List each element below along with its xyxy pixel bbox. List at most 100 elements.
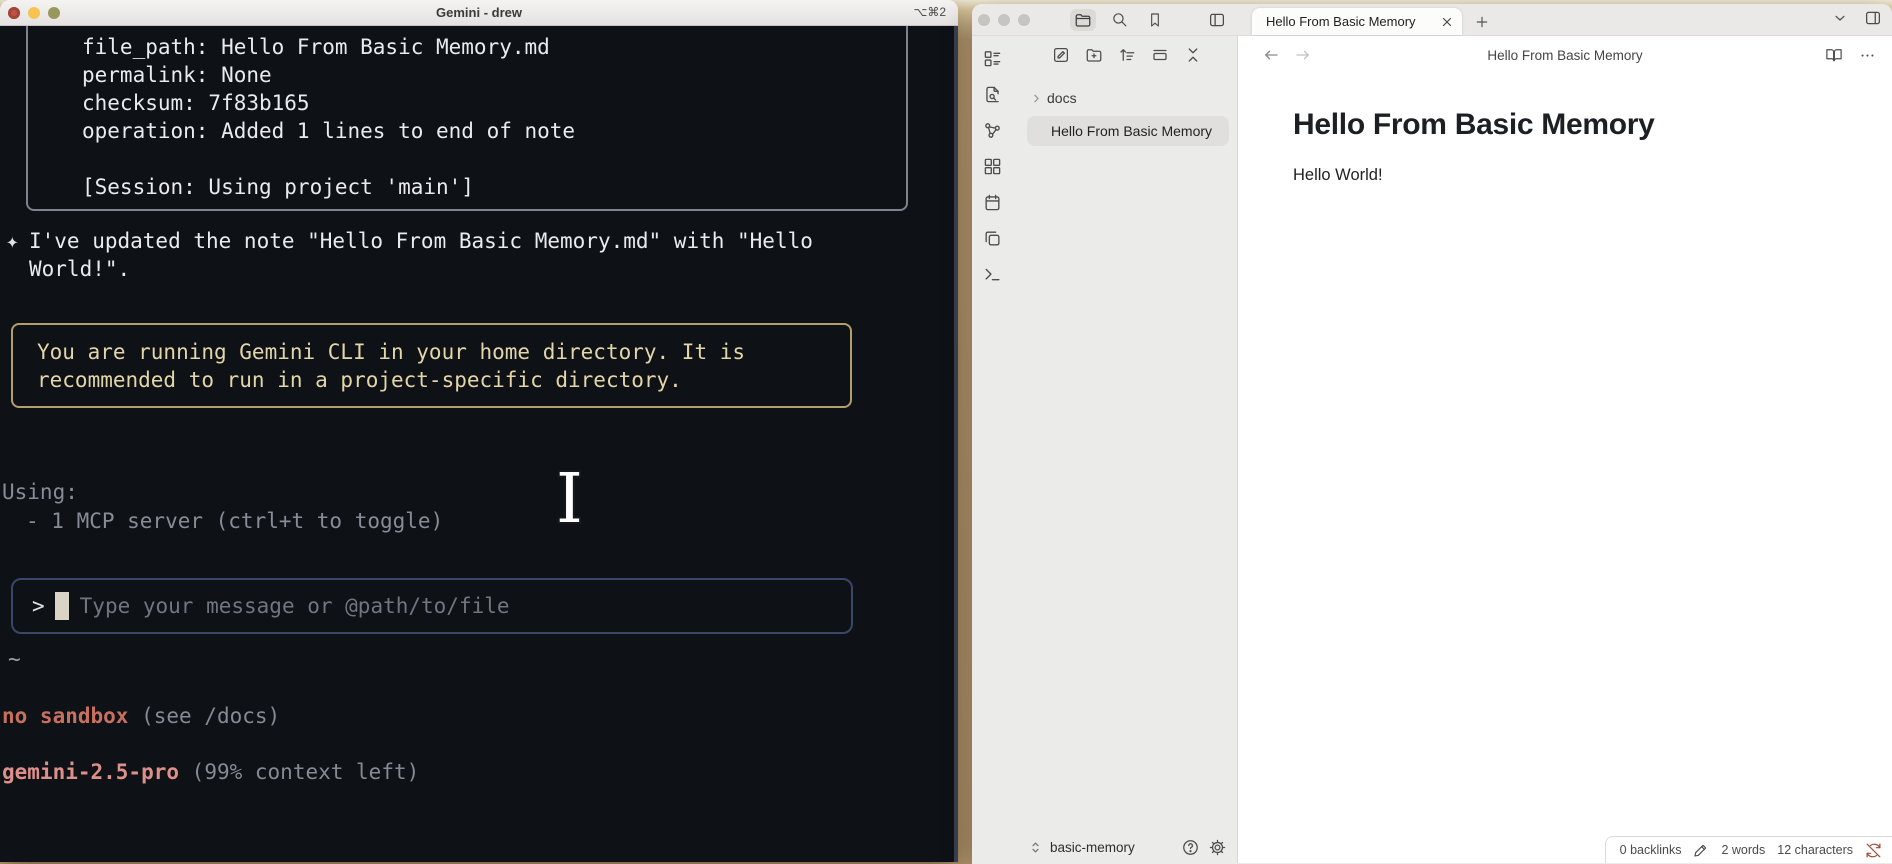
text-cursor-block	[54, 592, 69, 620]
forward-arrow-icon[interactable]	[1294, 46, 1312, 64]
tool-output-line: permalink: None	[82, 63, 272, 87]
assistant-message: I've updated the note "Hello From Basic …	[29, 227, 859, 283]
mcp-server-status: - 1 MCP server (ctrl+t to toggle)	[26, 509, 444, 533]
layout-list-icon[interactable]	[980, 46, 1004, 70]
toggle-left-sidebar-button[interactable]	[1204, 9, 1230, 31]
tool-output-line: checksum: 7f83b165	[82, 91, 310, 115]
obsidian-window: Hello From Basic Memory docs Hello From …	[972, 4, 1892, 864]
sandbox-status-line: no sandbox (see /docs)	[2, 702, 280, 730]
tab-strip: Hello From Basic Memory	[1238, 4, 1892, 35]
prompt-input[interactable]: > Type your message or @path/to/file	[11, 578, 853, 634]
prompt-symbol: >	[32, 594, 45, 618]
file-explorer-toolbar	[1012, 36, 1237, 74]
terminal-body[interactable]: file_path: Hello From Basic Memory.md pe…	[0, 26, 958, 862]
terminal-titlebar[interactable]: Gemini - drew ⌥⌘2	[0, 0, 958, 26]
gear-icon[interactable]	[1208, 838, 1227, 857]
left-sidebar: docs Hello From Basic Memory basic-memor…	[972, 36, 1238, 863]
model-name: gemini-2.5-pro	[2, 760, 180, 784]
files-tab-button[interactable]	[1070, 8, 1096, 31]
panel-right-icon[interactable]	[1864, 9, 1882, 27]
word-count[interactable]: 2 words	[1721, 843, 1765, 857]
zoom-window-button[interactable]	[48, 7, 60, 19]
copy-icon[interactable]	[980, 226, 1004, 250]
obsidian-content: docs Hello From Basic Memory basic-memor…	[972, 36, 1892, 863]
using-label: Using:	[2, 480, 78, 504]
assistant-message-line: I've updated the note "Hello From Basic …	[29, 229, 813, 253]
obsidian-traffic-lights	[978, 13, 1030, 26]
character-count[interactable]: 12 characters	[1777, 843, 1853, 857]
close-window-button[interactable]	[978, 13, 990, 26]
tool-output-line: operation: Added 1 lines to end of note	[82, 119, 576, 143]
vault-name[interactable]: basic-memory	[1050, 840, 1173, 855]
tool-output-line	[82, 145, 906, 173]
sandbox-hint: (see /docs)	[141, 704, 281, 728]
model-status-line: gemini-2.5-pro (99% context left)	[2, 758, 419, 786]
search-tab-button[interactable]	[1106, 9, 1132, 31]
close-window-button[interactable]	[8, 7, 20, 19]
bookmark-icon	[1147, 12, 1163, 28]
stacked-panel-icon[interactable]	[1151, 46, 1169, 64]
new-folder-icon[interactable]	[1085, 46, 1103, 64]
book-icon[interactable]	[1825, 46, 1843, 64]
back-arrow-icon[interactable]	[1262, 46, 1280, 64]
file-search-icon[interactable]	[980, 82, 1004, 106]
status-bar: 0 backlinks 2 words 12 characters	[1604, 836, 1892, 863]
minimize-window-button[interactable]	[998, 13, 1010, 26]
note-heading[interactable]: Hello From Basic Memory	[1293, 108, 1852, 142]
ibeam-cursor: I	[556, 460, 583, 539]
note-content[interactable]: Hello From Basic Memory Hello World!	[1238, 74, 1892, 185]
file-explorer: docs Hello From Basic Memory	[1012, 36, 1237, 863]
tab-title: Hello From Basic Memory	[1266, 14, 1416, 29]
minimize-window-button[interactable]	[28, 7, 40, 19]
terminal-window-title: Gemini - drew	[436, 5, 522, 20]
sync-off-icon[interactable]	[1865, 842, 1882, 859]
ribbon	[972, 36, 1012, 863]
vault-bar: basic-memory	[972, 831, 1237, 863]
bookmarks-tab-button[interactable]	[1142, 9, 1168, 31]
new-tab-button[interactable]	[1474, 14, 1490, 30]
cwd-indicator: ~	[8, 647, 21, 671]
obsidian-titlebar-left	[972, 4, 1238, 35]
panel-left-icon	[1208, 11, 1226, 29]
tool-output-line: file_path: Hello From Basic Memory.md	[82, 35, 550, 59]
pencil-icon[interactable]	[1693, 842, 1709, 858]
zoom-window-button[interactable]	[1018, 13, 1030, 26]
editor-pane: Hello From Basic Memory Hello From Basic…	[1238, 36, 1892, 863]
help-icon[interactable]	[1181, 838, 1200, 857]
terminal-icon[interactable]	[980, 262, 1004, 286]
more-icon[interactable]	[1859, 47, 1876, 64]
session-info-line: [Session: Using project 'main']	[82, 175, 474, 199]
warning-line: recommended to run in a project-specific…	[37, 368, 682, 392]
terminal-window: Gemini - drew ⌥⌘2 file_path: Hello From …	[0, 0, 958, 862]
chevron-right-icon	[1030, 92, 1043, 105]
new-note-icon[interactable]	[1052, 46, 1070, 64]
layout-grid-icon[interactable]	[980, 154, 1004, 178]
sandbox-status: no sandbox	[2, 704, 129, 728]
home-directory-warning-box: You are running Gemini CLI in your home …	[11, 323, 852, 408]
file-tree: docs Hello From Basic Memory	[1012, 74, 1237, 146]
tree-file-label: Hello From Basic Memory	[1051, 123, 1213, 139]
editor-header: Hello From Basic Memory	[1238, 36, 1892, 74]
warning-line: You are running Gemini CLI in your home …	[37, 340, 746, 364]
prompt-placeholder: Type your message or @path/to/file	[79, 594, 510, 618]
traffic-lights	[8, 7, 60, 19]
vault-switcher-icon[interactable]	[1028, 840, 1043, 855]
search-icon	[1111, 11, 1128, 28]
obsidian-tab-bar: Hello From Basic Memory	[972, 4, 1892, 36]
chevron-down-icon[interactable]	[1832, 10, 1848, 26]
graph-icon[interactable]	[980, 118, 1004, 142]
collapse-icon[interactable]	[1184, 46, 1202, 64]
tree-file-hello-from-basic-memory[interactable]: Hello From Basic Memory	[1027, 116, 1229, 146]
note-body[interactable]: Hello World!	[1293, 166, 1852, 185]
terminal-tab-shortcut: ⌥⌘2	[913, 5, 946, 19]
tab-hello-from-basic-memory[interactable]: Hello From Basic Memory	[1252, 8, 1462, 35]
tool-result-box: file_path: Hello From Basic Memory.md pe…	[26, 26, 908, 211]
folder-icon	[1074, 11, 1092, 29]
backlinks-count[interactable]: 0 backlinks	[1620, 843, 1682, 857]
close-icon[interactable]	[1440, 15, 1454, 29]
calendar-icon[interactable]	[980, 190, 1004, 214]
tree-folder-docs[interactable]: docs	[1012, 86, 1237, 110]
assistant-message-line: World!".	[29, 257, 131, 281]
sort-icon[interactable]	[1118, 46, 1136, 64]
editor-header-title: Hello From Basic Memory	[1487, 47, 1643, 63]
